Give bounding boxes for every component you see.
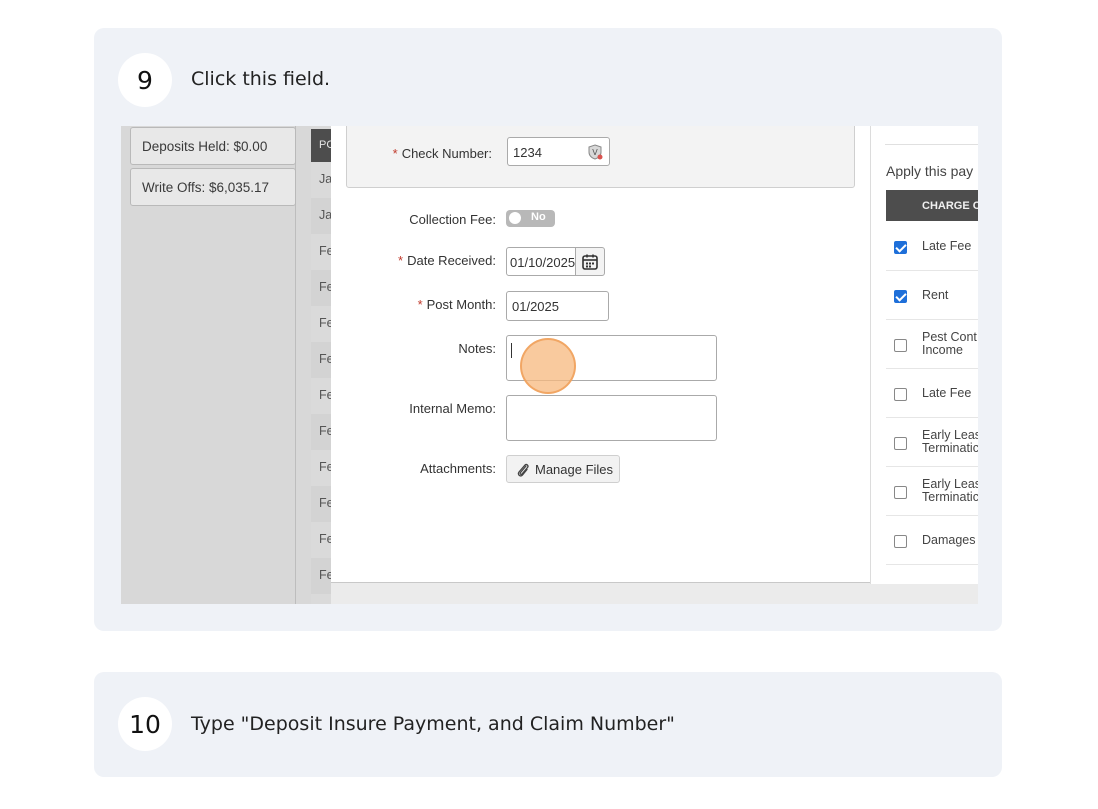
post-month-label: * Post Month: [417,297,496,312]
charge-row: Pest Cont Income [886,320,978,369]
toggle-state: No [531,211,546,223]
manage-files-label: Manage Files [535,462,614,477]
calendar-button[interactable] [575,247,605,276]
charge-row: Damages [886,516,978,565]
charge-row: Early Leas Terminatic [886,467,978,516]
write-offs-button[interactable]: Write Offs: $6,035.17 [130,168,296,206]
ledger-row: Ja [319,172,333,186]
charge-checkbox[interactable] [894,241,907,254]
ledger-row: Fe [311,270,333,306]
post-month-input[interactable]: 01/2025 [506,291,609,321]
step-instruction: Type "Deposit Insure Payment, and Claim … [191,713,675,735]
step-instruction: Click this field. [191,68,331,90]
charge-checkbox[interactable] [894,339,907,352]
ledger-row: Fe [319,244,333,258]
ledger-row: Fe [311,486,333,522]
step-number-badge: 9 [118,53,172,107]
calendar-icon [582,254,598,270]
deposits-held-button[interactable]: Deposits Held: $0.00 [130,127,296,165]
charge-checkbox[interactable] [894,290,907,303]
ledger-row: Fe [311,414,333,450]
check-number-value: 1234 [513,145,542,160]
left-summary-panel: Deposits Held: $0.00 Write Offs: $6,035.… [121,126,296,604]
charges-table-header: CHARGE C [886,190,978,221]
app-screenshot: Deposits Held: $0.00 Write Offs: $6,035.… [121,126,978,604]
charge-checkbox[interactable] [894,437,907,450]
apply-payment-heading: Apply this pay [886,163,974,179]
charge-row: Early Leas Terminatic [886,418,978,467]
attachments-label: Attachments: [420,461,496,476]
notes-label: Notes: [458,341,496,356]
manage-files-button[interactable]: Manage Files [506,455,620,483]
date-received-input[interactable]: 01/10/2025 [506,247,576,276]
ledger-row: Fe [319,316,333,330]
charge-label: Rent [922,288,949,302]
charge-label: Pest Cont Income [922,330,977,357]
check-number-input[interactable]: 1234 V [507,137,610,166]
charge-label: Damages [922,533,976,547]
step-10-card: 10 Type "Deposit Insure Payment, and Cla… [94,672,1002,777]
apply-payment-panel: Apply this pay CHARGE C Late Fee Rent Pe… [870,126,978,584]
ledger-row: Fe [311,342,333,378]
check-details-fieldset: * Check Number: 1234 V [346,126,855,188]
charge-checkbox[interactable] [894,535,907,548]
payment-form-modal: * Check Number: 1234 V Collection Fee: No… [331,126,870,584]
ledger-row: Fe [311,558,333,594]
charge-label: Early Leas Terminatic [922,428,978,455]
toggle-knob [509,212,521,224]
paperclip-icon [517,463,529,477]
charge-checkbox[interactable] [894,388,907,401]
charge-row: Late Fee [886,369,978,418]
password-manager-icon[interactable]: V [587,144,603,160]
check-number-label: * Check Number: [392,146,492,161]
collection-fee-label: Collection Fee: [409,212,496,227]
ledger-header: PC [311,129,333,162]
charge-checkbox[interactable] [894,486,907,499]
date-received-label: * Date Received: [398,253,496,268]
collection-fee-toggle[interactable]: No [506,210,555,227]
charge-label: Late Fee [922,239,972,253]
step-9-card: 9 Click this field. Deposits Held: $0.00… [94,28,1002,631]
internal-memo-label: Internal Memo: [409,401,496,416]
svg-text:V: V [592,148,598,157]
step-number-badge: 10 [118,697,172,751]
charge-row: Late Fee [886,222,978,271]
divider [885,144,978,145]
modal-footer-bar [331,582,978,604]
ledger-row: Fe [319,388,333,402]
charge-row: Rent [886,271,978,320]
background-ledger-table: PC Ja Ja Fe Fe Fe Fe Fe Fe Fe Fe Fe Fe [311,126,333,604]
ledger-row: Fe [319,460,333,474]
charge-label: Early Leas Terminatic [922,477,978,504]
text-cursor [511,343,512,358]
ledger-row: Ja [311,198,333,234]
click-target-highlight [520,338,576,394]
internal-memo-textarea[interactable] [506,395,717,441]
ledger-row: Fe [319,532,333,546]
charge-label: Late Fee [922,386,972,400]
